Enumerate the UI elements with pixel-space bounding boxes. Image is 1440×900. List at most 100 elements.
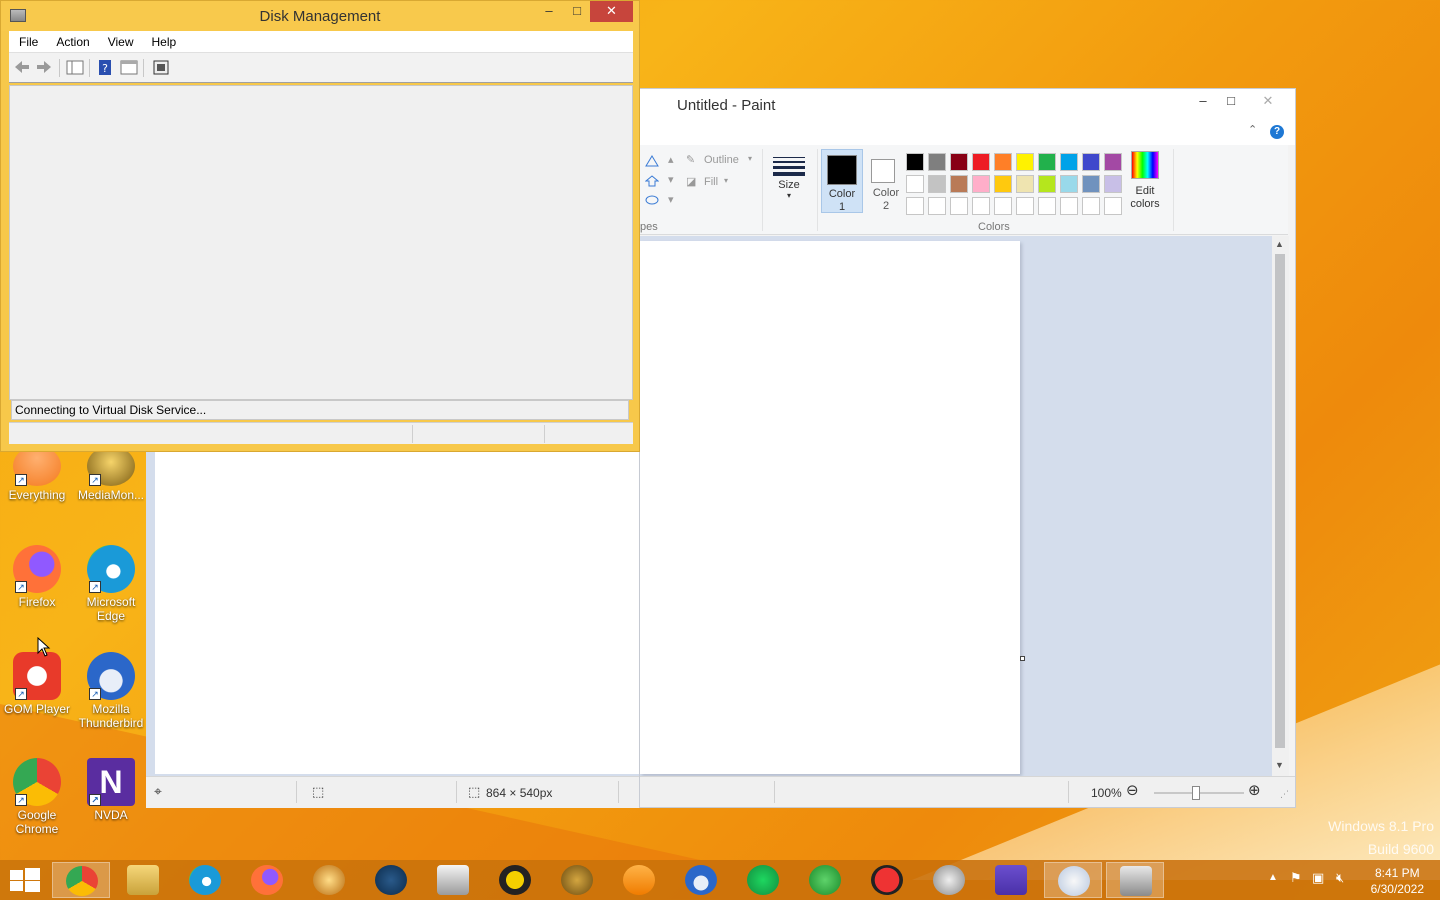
desktop-icon-thunderbird[interactable]: ↗ Mozilla Thunderbird [74,652,148,730]
desktop-icon-edge[interactable]: ↗ Microsoft Edge [74,545,148,623]
show-hidden-icons-icon[interactable]: ▲ [1268,872,1278,883]
console-tree-icon[interactable] [66,59,84,76]
palette-swatch[interactable] [972,153,990,171]
palette-swatch[interactable] [1060,153,1078,171]
taskbar-button-firefox[interactable] [238,862,296,898]
palette-swatch[interactable] [1082,197,1100,215]
taskbar-button-everything[interactable] [300,862,358,898]
back-icon[interactable] [13,59,31,76]
callout-shape-icon[interactable] [645,195,659,207]
palette-swatch[interactable] [1038,153,1056,171]
palette-swatch[interactable] [1104,175,1122,193]
shapes-more-icon[interactable]: ▾ [668,193,674,206]
outline-dropdown[interactable]: Outline [704,154,739,166]
palette-swatch[interactable] [972,197,990,215]
color1-button[interactable]: Color 1 [821,149,863,213]
taskbar-button-media-player-321[interactable] [424,862,482,898]
rescan-icon[interactable] [152,59,170,76]
taskbar-button-mediamonkey[interactable] [548,862,606,898]
taskbar-clock[interactable]: 8:41 PM 6/30/2022 [1371,865,1424,897]
desktop-icon-everything[interactable]: ↗ Everything [0,446,74,502]
network-icon[interactable]: ▣ [1312,870,1324,886]
resize-grip-icon[interactable]: ⋰ [1280,789,1289,800]
taskbar-button-disk-management[interactable] [1106,862,1164,898]
maximize-button[interactable]: □ [1216,91,1246,112]
paint-window[interactable]: Untitled - Paint – □ ✕ ⌃ ? ▴ ▾ ▾ ✎ Outli… [639,88,1296,808]
taskbar-button-evernote[interactable] [796,862,854,898]
menu-action[interactable]: Action [46,31,97,49]
palette-swatch[interactable] [906,175,924,193]
scroll-down-icon[interactable]: ▼ [1275,760,1284,770]
maximize-button[interactable]: □ [562,1,592,22]
palette-swatch[interactable] [994,197,1012,215]
triangle-shape-icon[interactable] [645,155,659,167]
disk-management-window[interactable]: Disk Management – □ ✕ File Action View Help… [0,0,640,452]
collapse-ribbon-icon[interactable]: ⌃ [1248,123,1257,136]
minimize-button[interactable]: – [1188,91,1218,112]
palette-swatch[interactable] [994,153,1012,171]
arrow-shape-icon[interactable] [645,175,659,187]
palette-swatch[interactable] [1016,153,1034,171]
palette-swatch[interactable] [928,153,946,171]
taskbar-button-steam[interactable] [362,862,420,898]
palette-swatch[interactable] [1038,175,1056,193]
palette-swatch[interactable] [1082,175,1100,193]
scrollbar-thumb[interactable] [1275,254,1285,748]
action-center-flag-icon[interactable]: ⚑ [1290,870,1302,886]
taskbar-button-pro-app[interactable] [920,862,978,898]
paint-titlebar[interactable]: Untitled - Paint – □ ✕ [640,89,1295,119]
desktop-icon-chrome[interactable]: ↗ Google Chrome [0,758,74,836]
taskbar-button-aimp[interactable] [486,862,544,898]
desktop-icon-mediamonkey[interactable]: ↗ MediaMon... [74,446,148,502]
zoom-in-icon[interactable]: ⊕ [1248,781,1261,799]
palette-swatch[interactable] [950,175,968,193]
taskbar-button-spotify[interactable] [734,862,792,898]
scroll-up-icon[interactable]: ▲ [1275,239,1284,249]
close-button[interactable]: ✕ [1245,91,1291,112]
palette-swatch[interactable] [1060,175,1078,193]
paint-canvas[interactable] [640,241,1020,774]
canvas-resize-handle[interactable] [1020,656,1025,661]
shapes-scroll-down-icon[interactable]: ▾ [668,173,674,186]
desktop-icon-firefox[interactable]: ↗ Firefox [0,545,74,609]
close-button[interactable]: ✕ [590,1,633,22]
size-button[interactable]: Size ▾ [770,151,808,213]
forward-icon[interactable] [35,59,53,76]
palette-swatch[interactable] [1060,197,1078,215]
properties-icon[interactable] [120,59,138,76]
palette-swatch[interactable] [950,197,968,215]
menu-file[interactable]: File [9,31,46,49]
palette-swatch[interactable] [1038,197,1056,215]
desktop-icon-nvda[interactable]: N ↗ NVDA [74,758,148,822]
minimize-button[interactable]: – [534,1,564,22]
taskbar-button-thunderbird[interactable] [672,862,730,898]
zoom-slider-thumb[interactable] [1192,786,1200,800]
palette-swatch[interactable] [950,153,968,171]
palette-swatch[interactable] [928,175,946,193]
palette-swatch[interactable] [972,175,990,193]
menu-view[interactable]: View [98,31,142,49]
taskbar-button-blocked-app[interactable] [858,862,916,898]
palette-swatch[interactable] [906,197,924,215]
volume-muted-icon[interactable]: 🔇︎ [1336,870,1344,886]
palette-swatch[interactable] [1016,197,1034,215]
palette-swatch[interactable] [1104,153,1122,171]
vertical-scrollbar[interactable]: ▲ ▼ [1272,236,1289,776]
menu-help[interactable]: Help [142,31,185,49]
help-icon[interactable]: ? [96,59,114,76]
taskbar-button-paint[interactable] [1044,862,1102,898]
taskbar-button-chrome[interactable] [52,862,110,898]
zoom-slider[interactable] [1154,786,1244,800]
fill-dropdown[interactable]: Fill [704,176,718,188]
shapes-scroll-up-icon[interactable]: ▴ [668,153,674,166]
palette-swatch[interactable] [1082,153,1100,171]
edit-colors-button[interactable]: Edit colors [1125,151,1165,215]
palette-swatch[interactable] [928,197,946,215]
zoom-out-icon[interactable]: ⊖ [1126,781,1139,799]
disk-management-titlebar[interactable]: Disk Management – □ ✕ [1,1,639,31]
desktop-icon-gom-player[interactable]: ↗ GOM Player [0,652,74,716]
palette-swatch[interactable] [994,175,1012,193]
taskbar-button-vlc[interactable] [610,862,668,898]
start-button[interactable] [10,868,40,892]
taskbar-button-settings-gear[interactable] [982,862,1040,898]
